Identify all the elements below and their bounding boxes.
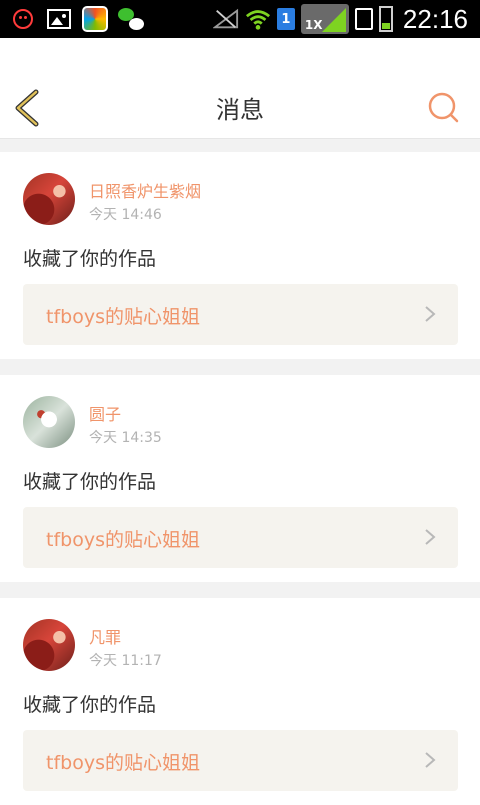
username[interactable]: 凡罪 bbox=[89, 624, 121, 648]
message-card: 圆子 今天 14:35 收藏了你的作品 tfboys的贴心姐姐 bbox=[0, 375, 480, 582]
network-label: 1X bbox=[304, 18, 323, 32]
message-action: 收藏了你的作品 bbox=[23, 471, 157, 493]
username[interactable]: 日照香炉生紫烟 bbox=[89, 178, 201, 202]
status-bar-system: 1 1X 22:16 bbox=[212, 3, 468, 34]
avatar[interactable] bbox=[23, 619, 75, 671]
app-icon bbox=[82, 6, 108, 32]
wifi-icon bbox=[245, 6, 271, 32]
search-icon[interactable] bbox=[426, 90, 460, 124]
username[interactable]: 圆子 bbox=[89, 401, 121, 425]
network-1x-icon: 1X bbox=[300, 4, 349, 34]
work-link[interactable]: tfboys的贴心姐姐 bbox=[23, 507, 458, 568]
message-list: 日照香炉生紫烟 今天 14:46 收藏了你的作品 tfboys的贴心姐姐 圆子 … bbox=[0, 152, 480, 805]
chevron-right-icon bbox=[425, 306, 436, 322]
page-title: 消息 bbox=[216, 96, 264, 124]
work-title: tfboys的贴心姐姐 bbox=[46, 752, 200, 774]
message-card: 日照香炉生紫烟 今天 14:46 收藏了你的作品 tfboys的贴心姐姐 bbox=[0, 152, 480, 359]
work-link[interactable]: tfboys的贴心姐姐 bbox=[23, 284, 458, 345]
status-time: 22:16 bbox=[402, 3, 468, 34]
chevron-right-icon bbox=[425, 752, 436, 768]
battery-icon bbox=[378, 6, 393, 32]
avatar[interactable] bbox=[23, 396, 75, 448]
sad-face-icon bbox=[10, 6, 36, 32]
message-action: 收藏了你的作品 bbox=[23, 694, 157, 716]
message-time: 今天 14:46 bbox=[89, 207, 162, 223]
header-bar: 消息 bbox=[0, 38, 480, 139]
work-title: tfboys的贴心姐姐 bbox=[46, 529, 200, 551]
work-title: tfboys的贴心姐姐 bbox=[46, 306, 200, 328]
sim-1-icon: 1 bbox=[276, 8, 295, 30]
sd-card-icon bbox=[354, 8, 373, 30]
message-card: 凡罪 今天 11:17 收藏了你的作品 tfboys的贴心姐姐 bbox=[0, 598, 480, 805]
avatar[interactable] bbox=[23, 173, 75, 225]
message-time: 今天 11:17 bbox=[89, 653, 162, 669]
work-link[interactable]: tfboys的贴心姐姐 bbox=[23, 730, 458, 791]
wechat-icon bbox=[118, 6, 144, 32]
gallery-icon bbox=[46, 6, 72, 32]
message-time: 今天 14:35 bbox=[89, 430, 162, 446]
status-bar-notifications bbox=[10, 4, 144, 34]
no-signal-icon bbox=[212, 6, 239, 32]
status-bar: 1 1X 22:16 bbox=[0, 0, 480, 38]
message-action: 收藏了你的作品 bbox=[23, 248, 157, 270]
chevron-right-icon bbox=[425, 529, 436, 545]
